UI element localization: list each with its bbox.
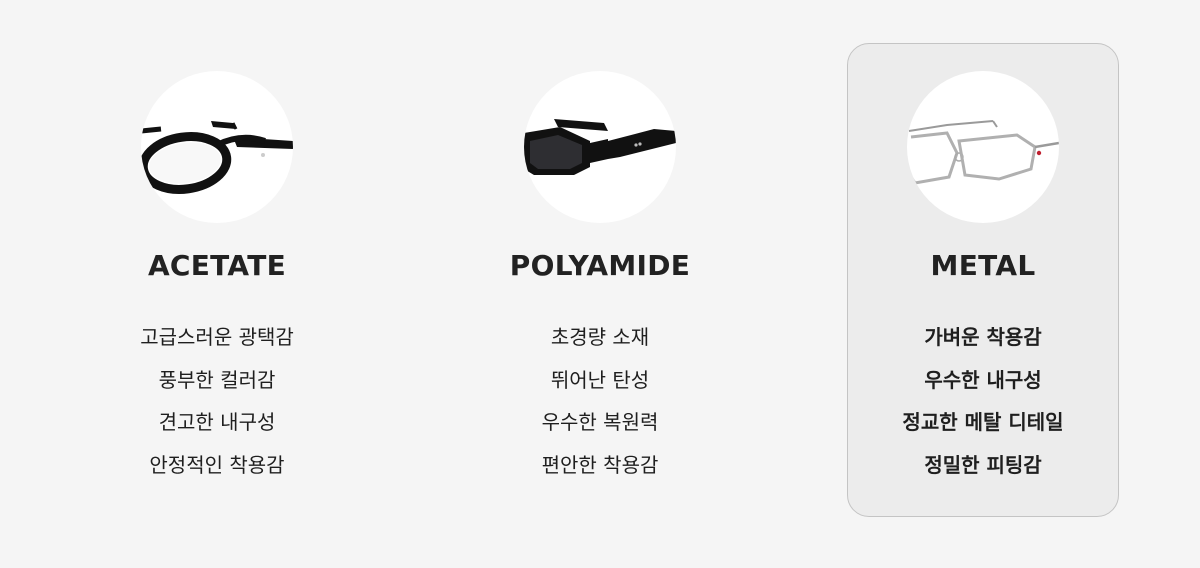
polyamide-sunglasses-icon [524, 119, 676, 175]
feature-list: 가벼운 착용감 우수한 내구성 정교한 메탈 디테일 정밀한 피팅감 [848, 321, 1118, 491]
feature-list: 초경량 소재 뛰어난 탄성 우수한 복원력 편안한 착용감 [464, 321, 736, 491]
feature-list: 고급스러운 광택감 풍부한 컬러감 견고한 내구성 안정적인 착용감 [81, 321, 353, 491]
feature-item: 견고한 내구성 [158, 410, 276, 434]
feature-item: 정밀한 피팅감 [924, 452, 1042, 477]
material-card-polyamide[interactable]: POLYAMIDE 초경량 소재 뛰어난 탄성 우수한 복원력 편안한 착용감 [464, 43, 736, 517]
feature-item: 정교한 메탈 디테일 [902, 410, 1064, 434]
feature-item: 풍부한 컬러감 [158, 367, 276, 392]
acetate-product-image [141, 71, 293, 223]
feature-item: 우수한 내구성 [924, 367, 1042, 392]
feature-item: 가벼운 착용감 [924, 325, 1042, 349]
metal-product-image [907, 71, 1059, 223]
material-title: METAL [930, 249, 1036, 282]
feature-item: 고급스러운 광택감 [140, 325, 294, 349]
material-card-acetate[interactable]: ACETATE 고급스러운 광택감 풍부한 컬러감 견고한 내구성 안정적인 착… [81, 43, 353, 517]
polyamide-product-image [524, 71, 676, 223]
feature-item: 편안한 착용감 [541, 452, 659, 477]
material-title: ACETATE [147, 249, 287, 282]
feature-item: 초경량 소재 [550, 325, 650, 349]
feature-item: 안정적인 착용감 [149, 452, 285, 477]
feature-item: 우수한 복원력 [541, 410, 659, 434]
material-title: POLYAMIDE [509, 249, 691, 282]
metal-glasses-icon [907, 120, 1059, 185]
acetate-glasses-icon [141, 121, 293, 194]
feature-item: 뛰어난 탄성 [550, 367, 650, 392]
material-comparison: ACETATE 고급스러운 광택감 풍부한 컬러감 견고한 내구성 안정적인 착… [0, 0, 1200, 568]
material-card-metal[interactable]: METAL 가벼운 착용감 우수한 내구성 정교한 메탈 디테일 정밀한 피팅감 [847, 43, 1119, 517]
page: { "cards": [ { "title": "ACETATE", "imag… [0, 0, 1200, 568]
